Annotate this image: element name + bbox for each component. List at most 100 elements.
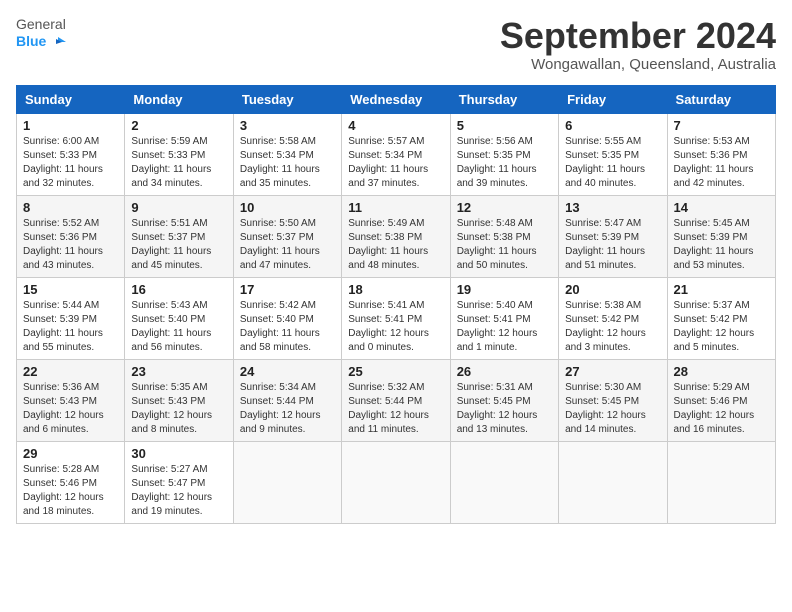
day-info: Sunrise: 5:43 AMSunset: 5:40 PMDaylight:… (131, 300, 211, 353)
day-info: Sunrise: 5:35 AMSunset: 5:43 PMDaylight:… (131, 382, 212, 435)
table-row: 12 Sunrise: 5:48 AMSunset: 5:38 PMDaylig… (450, 195, 558, 277)
table-row: 20 Sunrise: 5:38 AMSunset: 5:42 PMDaylig… (559, 277, 667, 359)
table-row: 22 Sunrise: 5:36 AMSunset: 5:43 PMDaylig… (17, 359, 125, 441)
table-row: 16 Sunrise: 5:43 AMSunset: 5:40 PMDaylig… (125, 277, 233, 359)
month-title: September 2024 (500, 16, 776, 56)
table-row: 29 Sunrise: 5:28 AMSunset: 5:46 PMDaylig… (17, 441, 125, 523)
logo-general: General (16, 16, 66, 33)
day-number: 26 (457, 364, 552, 379)
day-info: Sunrise: 5:31 AMSunset: 5:45 PMDaylight:… (457, 382, 538, 435)
logo-blue: Blue (16, 33, 66, 51)
table-row: 28 Sunrise: 5:29 AMSunset: 5:46 PMDaylig… (667, 359, 775, 441)
title-area: September 2024 Wongawallan, Queensland, … (500, 16, 776, 73)
day-number: 21 (674, 282, 769, 297)
page-header: General Blue September 2024 Wongawallan,… (16, 16, 776, 73)
day-info: Sunrise: 5:48 AMSunset: 5:38 PMDaylight:… (457, 218, 537, 271)
day-info: Sunrise: 5:28 AMSunset: 5:46 PMDaylight:… (23, 464, 104, 517)
header-tuesday: Tuesday (233, 85, 341, 113)
header-thursday: Thursday (450, 85, 558, 113)
day-number: 2 (131, 118, 226, 133)
day-number: 7 (674, 118, 769, 133)
table-row: 14 Sunrise: 5:45 AMSunset: 5:39 PMDaylig… (667, 195, 775, 277)
day-info: Sunrise: 5:40 AMSunset: 5:41 PMDaylight:… (457, 300, 538, 353)
day-info: Sunrise: 5:59 AMSunset: 5:33 PMDaylight:… (131, 136, 211, 189)
day-number: 15 (23, 282, 118, 297)
table-row: 7 Sunrise: 5:53 AMSunset: 5:36 PMDayligh… (667, 113, 775, 195)
day-number: 11 (348, 200, 443, 215)
table-row: 10 Sunrise: 5:50 AMSunset: 5:37 PMDaylig… (233, 195, 341, 277)
day-number: 22 (23, 364, 118, 379)
table-row (233, 441, 341, 523)
day-info: Sunrise: 5:29 AMSunset: 5:46 PMDaylight:… (674, 382, 755, 435)
day-info: Sunrise: 5:36 AMSunset: 5:43 PMDaylight:… (23, 382, 104, 435)
table-row: 3 Sunrise: 5:58 AMSunset: 5:34 PMDayligh… (233, 113, 341, 195)
day-number: 4 (348, 118, 443, 133)
day-info: Sunrise: 5:53 AMSunset: 5:36 PMDaylight:… (674, 136, 754, 189)
table-row: 24 Sunrise: 5:34 AMSunset: 5:44 PMDaylig… (233, 359, 341, 441)
table-row: 26 Sunrise: 5:31 AMSunset: 5:45 PMDaylig… (450, 359, 558, 441)
table-row: 25 Sunrise: 5:32 AMSunset: 5:44 PMDaylig… (342, 359, 450, 441)
table-row: 13 Sunrise: 5:47 AMSunset: 5:39 PMDaylig… (559, 195, 667, 277)
day-number: 16 (131, 282, 226, 297)
header-friday: Friday (559, 85, 667, 113)
day-info: Sunrise: 5:30 AMSunset: 5:45 PMDaylight:… (565, 382, 646, 435)
day-info: Sunrise: 5:34 AMSunset: 5:44 PMDaylight:… (240, 382, 321, 435)
table-row: 8 Sunrise: 5:52 AMSunset: 5:36 PMDayligh… (17, 195, 125, 277)
day-number: 24 (240, 364, 335, 379)
day-info: Sunrise: 5:47 AMSunset: 5:39 PMDaylight:… (565, 218, 645, 271)
day-info: Sunrise: 5:56 AMSunset: 5:35 PMDaylight:… (457, 136, 537, 189)
day-number: 5 (457, 118, 552, 133)
day-number: 13 (565, 200, 660, 215)
calendar-table: Sunday Monday Tuesday Wednesday Thursday… (16, 85, 776, 524)
table-row: 5 Sunrise: 5:56 AMSunset: 5:35 PMDayligh… (450, 113, 558, 195)
table-row: 9 Sunrise: 5:51 AMSunset: 5:37 PMDayligh… (125, 195, 233, 277)
day-number: 9 (131, 200, 226, 215)
table-row (342, 441, 450, 523)
table-row (450, 441, 558, 523)
location-title: Wongawallan, Queensland, Australia (500, 56, 776, 73)
table-row (559, 441, 667, 523)
day-info: Sunrise: 5:42 AMSunset: 5:40 PMDaylight:… (240, 300, 320, 353)
day-number: 19 (457, 282, 552, 297)
table-row (667, 441, 775, 523)
day-number: 25 (348, 364, 443, 379)
day-info: Sunrise: 5:49 AMSunset: 5:38 PMDaylight:… (348, 218, 428, 271)
header-saturday: Saturday (667, 85, 775, 113)
day-info: Sunrise: 5:38 AMSunset: 5:42 PMDaylight:… (565, 300, 646, 353)
day-number: 23 (131, 364, 226, 379)
day-info: Sunrise: 5:45 AMSunset: 5:39 PMDaylight:… (674, 218, 754, 271)
weekday-header-row: Sunday Monday Tuesday Wednesday Thursday… (17, 85, 776, 113)
day-number: 30 (131, 446, 226, 461)
day-info: Sunrise: 5:51 AMSunset: 5:37 PMDaylight:… (131, 218, 211, 271)
day-info: Sunrise: 5:32 AMSunset: 5:44 PMDaylight:… (348, 382, 429, 435)
table-row: 18 Sunrise: 5:41 AMSunset: 5:41 PMDaylig… (342, 277, 450, 359)
table-row: 2 Sunrise: 5:59 AMSunset: 5:33 PMDayligh… (125, 113, 233, 195)
day-info: Sunrise: 5:57 AMSunset: 5:34 PMDaylight:… (348, 136, 428, 189)
day-number: 1 (23, 118, 118, 133)
day-number: 18 (348, 282, 443, 297)
day-number: 12 (457, 200, 552, 215)
header-wednesday: Wednesday (342, 85, 450, 113)
day-number: 10 (240, 200, 335, 215)
table-row: 30 Sunrise: 5:27 AMSunset: 5:47 PMDaylig… (125, 441, 233, 523)
table-row: 4 Sunrise: 5:57 AMSunset: 5:34 PMDayligh… (342, 113, 450, 195)
day-info: Sunrise: 5:58 AMSunset: 5:34 PMDaylight:… (240, 136, 320, 189)
table-row: 19 Sunrise: 5:40 AMSunset: 5:41 PMDaylig… (450, 277, 558, 359)
table-row: 17 Sunrise: 5:42 AMSunset: 5:40 PMDaylig… (233, 277, 341, 359)
day-number: 6 (565, 118, 660, 133)
table-row: 21 Sunrise: 5:37 AMSunset: 5:42 PMDaylig… (667, 277, 775, 359)
day-number: 29 (23, 446, 118, 461)
day-info: Sunrise: 5:52 AMSunset: 5:36 PMDaylight:… (23, 218, 103, 271)
table-row: 11 Sunrise: 5:49 AMSunset: 5:38 PMDaylig… (342, 195, 450, 277)
table-row: 6 Sunrise: 5:55 AMSunset: 5:35 PMDayligh… (559, 113, 667, 195)
day-number: 27 (565, 364, 660, 379)
table-row: 15 Sunrise: 5:44 AMSunset: 5:39 PMDaylig… (17, 277, 125, 359)
day-number: 17 (240, 282, 335, 297)
day-info: Sunrise: 6:00 AMSunset: 5:33 PMDaylight:… (23, 136, 103, 189)
day-number: 20 (565, 282, 660, 297)
day-number: 3 (240, 118, 335, 133)
day-info: Sunrise: 5:27 AMSunset: 5:47 PMDaylight:… (131, 464, 212, 517)
day-number: 8 (23, 200, 118, 215)
day-number: 28 (674, 364, 769, 379)
table-row: 27 Sunrise: 5:30 AMSunset: 5:45 PMDaylig… (559, 359, 667, 441)
